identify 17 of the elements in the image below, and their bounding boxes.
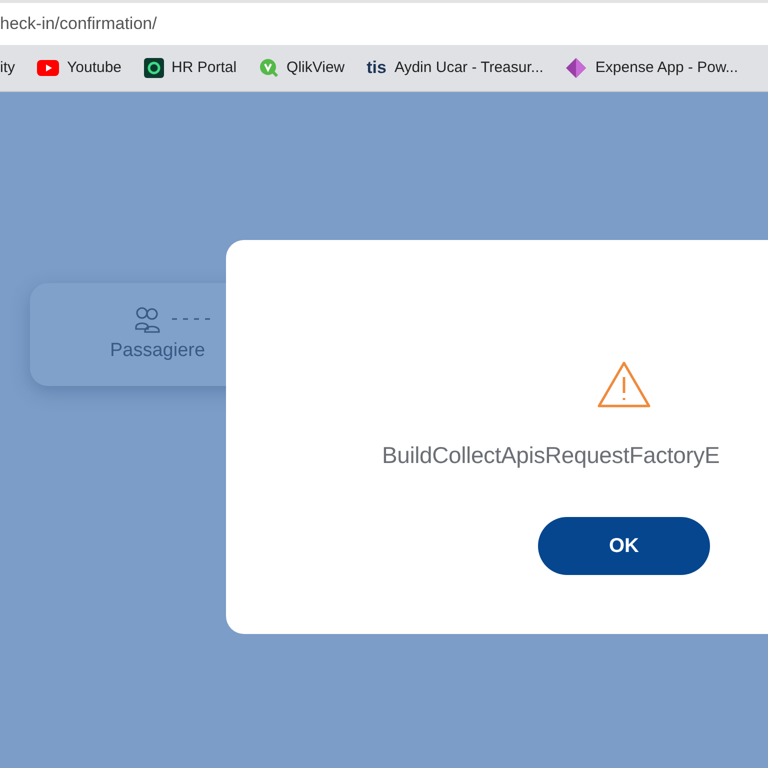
bookmark[interactable]: ity xyxy=(0,56,15,80)
url-text[interactable]: heck-in/confirmation/ xyxy=(0,11,157,37)
bookmark[interactable]: tis Aydin Ucar - Treasur... xyxy=(366,55,544,81)
diamond-icon xyxy=(565,57,588,79)
leaf-icon xyxy=(258,58,279,78)
bookmark[interactable]: Youtube xyxy=(37,56,122,80)
warning-icon xyxy=(596,360,652,410)
ring-icon xyxy=(144,58,164,78)
logo-text: tis xyxy=(366,57,386,80)
dashed-line xyxy=(172,317,212,321)
play-icon xyxy=(37,60,59,76)
ok-button[interactable]: OK xyxy=(538,516,710,574)
error-message: BuildCollectApisRequestFactoryE xyxy=(382,441,720,470)
bookmark[interactable]: HR Portal xyxy=(144,56,237,80)
bookmark[interactable]: Expense App - Pow... xyxy=(565,56,738,80)
bookmark[interactable]: QlikView xyxy=(258,56,345,80)
step-label: Passagiere xyxy=(110,339,206,363)
